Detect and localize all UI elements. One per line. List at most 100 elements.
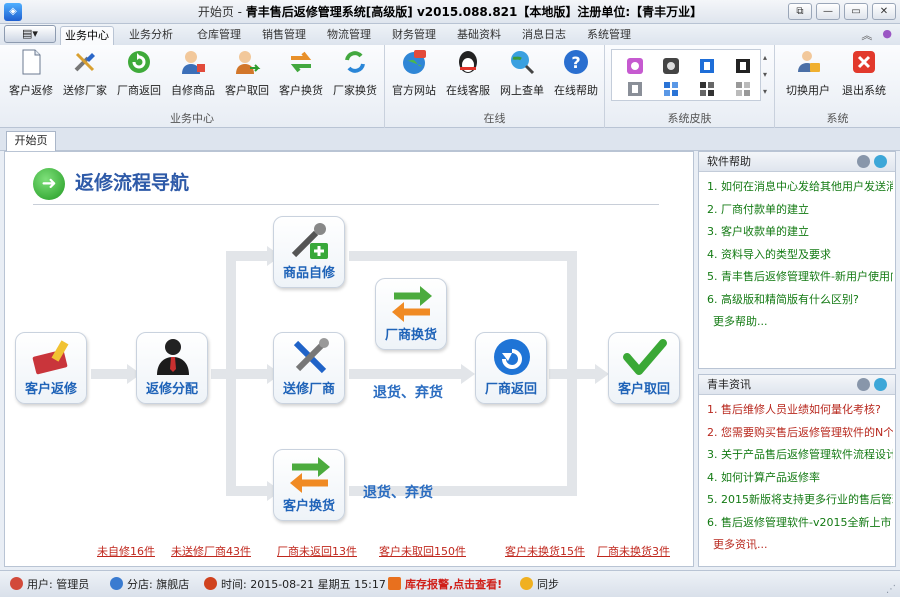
flow-panel: ➜ 返修流程导航 客户返修 返修分配 商品自修 送修厂商 厂商换货 厂商返回 客… <box>4 151 694 567</box>
status-sync[interactable]: 同步 <box>520 577 559 593</box>
tab-messages[interactable]: 消息日志 <box>518 26 570 45</box>
tab-business-analysis[interactable]: 业务分析 <box>125 26 177 45</box>
tab-system[interactable]: 系统管理 <box>583 26 635 45</box>
help-panel: 软件帮助 1. 如何在消息中心发给其他用户发送消息 2. 厂商付款单的建立 3.… <box>698 151 896 369</box>
settings-gear-icon[interactable] <box>857 378 870 391</box>
skin-blue-icon[interactable] <box>698 57 716 75</box>
skin-office-icon[interactable] <box>626 57 644 75</box>
qq-penguin-icon <box>459 51 477 73</box>
link-vendor-not-exchanged[interactable]: 厂商未换货3件 <box>597 543 670 559</box>
close-button[interactable]: ✕ <box>872 3 896 20</box>
toolbox-icon <box>32 340 69 375</box>
tab-finance[interactable]: 财务管理 <box>388 26 440 45</box>
skin-gray-icon[interactable] <box>626 80 644 98</box>
help-item[interactable]: 3. 客户收款单的建立 <box>707 221 893 244</box>
window-controls: ⧉ — ▭ ✕ <box>788 3 896 20</box>
window-title-main: 青丰售后返修管理系统[高级版] v2015.088.821【本地版】注册单位:【… <box>245 5 703 19</box>
online-help-button[interactable]: ? 在线帮助 <box>549 48 603 108</box>
node-send-vendor[interactable]: 送修厂商 <box>273 332 345 404</box>
vendor-exchange-button[interactable]: 厂家换货 <box>328 48 382 108</box>
tab-warehouse[interactable]: 仓库管理 <box>193 26 245 45</box>
tab-start-page[interactable]: 开始页 <box>6 131 56 151</box>
news-item[interactable]: 3. 关于产品售后返修管理软件流程设计 <box>707 444 893 467</box>
send-vendor-button[interactable]: 送修厂家 <box>58 48 112 108</box>
vendor-return-button[interactable]: 厂商返回 <box>112 48 166 108</box>
alert-icon <box>388 577 401 590</box>
help-item[interactable]: 5. 青丰售后返修管理软件-新用户使用向导 <box>707 266 893 289</box>
help-item[interactable]: 6. 高级版和精简版有什么区别? <box>707 289 893 312</box>
skin-tiles-dark-icon[interactable] <box>698 80 716 98</box>
more-help-link[interactable]: 更多帮助... <box>699 313 895 329</box>
help-item[interactable]: 2. 厂商付款单的建立 <box>707 199 893 222</box>
minimize-button[interactable]: — <box>816 3 840 20</box>
customer-repair-button[interactable]: 客户返修 <box>4 48 58 108</box>
node-vendor-return[interactable]: 厂商返回 <box>475 332 547 404</box>
resize-grip-icon[interactable]: ⋰ <box>886 584 896 595</box>
news-item[interactable]: 6. 售后返修管理软件-v2015全新上市! <box>707 512 893 535</box>
node-self-repair[interactable]: 商品自修 <box>273 216 345 288</box>
group-system-label: 系统 <box>826 112 849 125</box>
skin-tiles-blue-icon[interactable] <box>662 80 680 98</box>
label-return-discard-customer: 退货、弃货 <box>363 485 433 501</box>
link-vendor-not-returned[interactable]: 厂商未返回13件 <box>277 543 357 559</box>
collapse-ribbon-icon[interactable]: ︽ <box>861 27 872 43</box>
link-customer-not-exchanged[interactable]: 客户未换货15件 <box>505 543 585 559</box>
official-website-button[interactable]: 官方网站 <box>387 48 441 108</box>
node-repair-assign[interactable]: 返修分配 <box>136 332 208 404</box>
news-item[interactable]: 4. 如何计算产品返修率 <box>707 467 893 490</box>
tab-basic-data[interactable]: 基础资料 <box>453 26 505 45</box>
document-tab-bar: 开始页 <box>0 128 900 151</box>
customer-exchange-button[interactable]: 客户换货 <box>274 48 328 108</box>
home-icon <box>110 577 123 590</box>
skin-gallery-scroll-icon[interactable]: ▴ ▾ ▾ <box>763 49 771 101</box>
sync-icon <box>520 577 533 590</box>
help-item[interactable]: 4. 资料导入的类型及要求 <box>707 244 893 267</box>
online-query-button[interactable]: 网上查单 <box>495 48 549 108</box>
news-panel: 青丰资讯 1. 售后维修人员业绩如何量化考核? 2. 您需要购买售后返修管理软件… <box>698 374 896 567</box>
node-customer-pickup[interactable]: 客户取回 <box>608 332 680 404</box>
skin-tiles-gray-icon[interactable] <box>734 80 752 98</box>
restore-window-icon[interactable]: ⧉ <box>788 3 812 20</box>
skin-black-icon[interactable] <box>734 57 752 75</box>
return-arrow-icon <box>494 339 530 375</box>
swap-arrows-icon <box>392 286 432 322</box>
link-not-self-repaired[interactable]: 未自修16件 <box>97 543 155 559</box>
news-item[interactable]: 5. 2015新版将支持更多行业的售后管理 <box>707 489 893 512</box>
theme-orb-icon[interactable]: ● <box>882 27 892 43</box>
online-service-button[interactable]: 在线客服 <box>441 48 495 108</box>
exit-system-button[interactable]: 退出系统 <box>837 48 891 108</box>
node-customer-repair[interactable]: 客户返修 <box>15 332 87 404</box>
node-customer-exchange[interactable]: 客户换货 <box>273 449 345 521</box>
user-edit-icon <box>182 51 205 74</box>
self-repair-button[interactable]: 自修商品 <box>166 48 220 108</box>
ribbon: 客户返修 送修厂家 厂商返回 自修商品 客户取回 客户换货 厂家换货 业务中心 <box>0 45 900 128</box>
skin-dark-icon[interactable] <box>662 57 680 75</box>
swap-arrows-icon <box>290 51 312 73</box>
ribbon-tab-row: ▤▾ 业务中心 业务分析 仓库管理 销售管理 物流管理 财务管理 基础资料 消息… <box>0 24 900 45</box>
refresh-icon[interactable] <box>874 155 887 168</box>
link-not-sent-vendor[interactable]: 未送修厂商43件 <box>171 543 251 559</box>
maximize-button[interactable]: ▭ <box>844 3 868 20</box>
tab-logistics[interactable]: 物流管理 <box>323 26 375 45</box>
tab-sales[interactable]: 销售管理 <box>258 26 310 45</box>
flow-connectors <box>91 246 609 501</box>
tab-business-center[interactable]: 业务中心 <box>60 26 114 45</box>
user-icon <box>10 577 23 590</box>
checkmark-icon <box>623 339 667 375</box>
refresh-icon[interactable] <box>874 378 887 391</box>
app-menu-button[interactable]: ▤▾ <box>4 25 56 43</box>
link-customer-not-picked[interactable]: 客户未取回150件 <box>379 543 466 559</box>
switch-user-button[interactable]: 切换用户 <box>781 48 835 108</box>
title-bar: ◈ 开始页 - 青丰售后返修管理系统[高级版] v2015.088.821【本地… <box>0 0 900 24</box>
group-skin-label: 系统皮肤 <box>667 112 712 125</box>
settings-gear-icon[interactable] <box>857 155 870 168</box>
help-item[interactable]: 1. 如何在消息中心发给其他用户发送消息 <box>707 176 893 199</box>
more-news-link[interactable]: 更多资讯... <box>699 536 895 552</box>
node-vendor-exchange[interactable]: 厂商换货 <box>375 278 447 350</box>
news-item[interactable]: 1. 售后维修人员业绩如何量化考核? <box>707 399 893 422</box>
status-stock-alert[interactable]: 库存报警,点击查看! <box>388 577 502 593</box>
news-item[interactable]: 2. 您需要购买售后返修管理软件的N个理由 <box>707 422 893 445</box>
label-return-discard-vendor: 退货、弃货 <box>373 385 443 401</box>
customer-pickup-button[interactable]: 客户取回 <box>220 48 274 108</box>
cycle-arrows-icon <box>345 51 365 73</box>
